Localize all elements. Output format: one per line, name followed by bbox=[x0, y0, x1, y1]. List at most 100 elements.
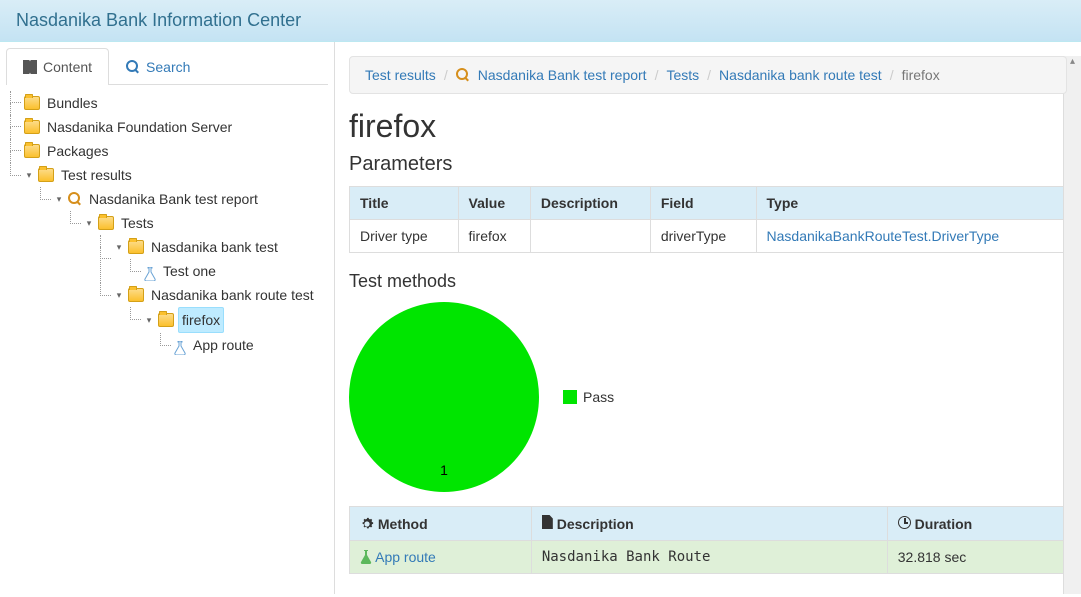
breadcrumb-sep: / bbox=[890, 67, 894, 83]
tree-node-test-results[interactable]: ▾ Test results bbox=[24, 163, 328, 187]
document-icon bbox=[542, 515, 553, 529]
breadcrumb-sep: / bbox=[655, 67, 659, 83]
collapse-icon[interactable]: ▾ bbox=[114, 290, 124, 300]
pie-chart: 1 Pass bbox=[349, 302, 1067, 492]
folder-icon bbox=[24, 96, 40, 110]
tree-node-firefox[interactable]: ▾ firefox bbox=[144, 307, 328, 333]
breadcrumb-report[interactable]: Nasdanika Bank test report bbox=[478, 67, 647, 83]
breadcrumb-sep: / bbox=[444, 67, 448, 83]
tree-label: Test one bbox=[160, 259, 219, 283]
table-row: App route Nasdanika Bank Route 32.818 se… bbox=[350, 541, 1067, 574]
cell-method: App route bbox=[350, 541, 532, 574]
tree-label: Nasdanika Foundation Server bbox=[44, 115, 235, 139]
tree-node-test-one[interactable]: Test one bbox=[144, 259, 328, 283]
sidebar: Content Search Bundles Nasdanika Foundat… bbox=[0, 42, 335, 594]
folder-icon bbox=[158, 313, 174, 327]
test-methods-heading: Test methods bbox=[349, 271, 1067, 292]
tree-node-nbrt[interactable]: ▾ Nasdanika bank route test bbox=[114, 283, 328, 307]
col-description: Description bbox=[530, 187, 650, 220]
nav-tree: Bundles Nasdanika Foundation Server Pack… bbox=[6, 91, 328, 357]
cell-value: firefox bbox=[458, 220, 530, 253]
book-icon bbox=[23, 60, 37, 74]
type-link[interactable]: NasdanikaBankRouteTest.DriverType bbox=[767, 228, 1000, 244]
folder-icon bbox=[128, 288, 144, 302]
tree-node-packages[interactable]: Packages bbox=[24, 139, 328, 163]
sidebar-tabs: Content Search bbox=[6, 48, 328, 85]
col-field: Field bbox=[650, 187, 756, 220]
tab-content[interactable]: Content bbox=[6, 48, 109, 85]
tree-node-app-route[interactable]: App route bbox=[174, 333, 328, 357]
tab-content-label: Content bbox=[43, 59, 92, 75]
tree-label-selected: firefox bbox=[178, 307, 224, 333]
flask-icon bbox=[174, 338, 186, 352]
parameters-heading: Parameters bbox=[349, 153, 1067, 176]
folder-icon bbox=[24, 120, 40, 134]
tab-search-label: Search bbox=[146, 59, 190, 75]
tree-label: Packages bbox=[44, 139, 111, 163]
app-title: Nasdanika Bank Information Center bbox=[16, 10, 301, 30]
method-link[interactable]: App route bbox=[375, 549, 436, 565]
chart-legend: Pass bbox=[563, 389, 614, 405]
col-type: Type bbox=[756, 187, 1066, 220]
legend-swatch-pass bbox=[563, 390, 577, 404]
cell-description: Nasdanika Bank Route bbox=[531, 541, 887, 574]
magnifier-icon bbox=[68, 192, 82, 206]
collapse-icon[interactable]: ▾ bbox=[84, 218, 94, 228]
clock-icon bbox=[898, 516, 911, 529]
breadcrumb-nbrt[interactable]: Nasdanika bank route test bbox=[719, 67, 882, 83]
tree-node-nfs[interactable]: Nasdanika Foundation Server bbox=[24, 115, 328, 139]
folder-icon bbox=[128, 240, 144, 254]
col-value: Value bbox=[458, 187, 530, 220]
cell-field: driverType bbox=[650, 220, 756, 253]
cell-type: NasdanikaBankRouteTest.DriverType bbox=[756, 220, 1066, 253]
tree-node-report[interactable]: ▾ Nasdanika Bank test report bbox=[54, 187, 328, 211]
tree-label: Bundles bbox=[44, 91, 101, 115]
tree-node-tests[interactable]: ▾ Tests bbox=[84, 211, 328, 235]
folder-icon bbox=[24, 144, 40, 158]
flask-icon bbox=[144, 264, 156, 278]
legend-label-pass: Pass bbox=[583, 389, 614, 405]
tree-label: Test results bbox=[58, 163, 135, 187]
table-row: Driver type firefox driverType Nasdanika… bbox=[350, 220, 1067, 253]
cell-duration: 32.818 sec bbox=[887, 541, 1066, 574]
breadcrumb-current: firefox bbox=[902, 67, 940, 83]
folder-icon bbox=[38, 168, 54, 182]
parameters-table: Title Value Description Field Type Drive… bbox=[349, 186, 1067, 253]
breadcrumb: Test results / Nasdanika Bank test repor… bbox=[349, 56, 1067, 94]
col-description-label: Description bbox=[557, 516, 634, 532]
breadcrumb-test-results[interactable]: Test results bbox=[365, 67, 436, 83]
collapse-icon[interactable]: ▾ bbox=[144, 315, 154, 325]
cell-title: Driver type bbox=[350, 220, 459, 253]
cell-description bbox=[530, 220, 650, 253]
col-duration: Duration bbox=[887, 507, 1066, 541]
pie-value: 1 bbox=[440, 462, 448, 478]
tree-node-bundles[interactable]: Bundles bbox=[24, 91, 328, 115]
col-method: Method bbox=[350, 507, 532, 541]
tree-label: Nasdanika bank test bbox=[148, 235, 281, 259]
collapse-icon[interactable]: ▾ bbox=[114, 242, 124, 252]
tab-search[interactable]: Search bbox=[109, 48, 207, 85]
col-description: Description bbox=[531, 507, 887, 541]
breadcrumb-tests[interactable]: Tests bbox=[666, 67, 699, 83]
col-duration-label: Duration bbox=[915, 516, 973, 532]
folder-icon bbox=[98, 216, 114, 230]
collapse-icon[interactable]: ▾ bbox=[54, 194, 64, 204]
page-title: firefox bbox=[349, 108, 1067, 145]
tree-label: App route bbox=[190, 333, 257, 357]
tree-label: Tests bbox=[118, 211, 157, 235]
tree-node-nbt[interactable]: ▾ Nasdanika bank test bbox=[114, 235, 328, 259]
app-header: Nasdanika Bank Information Center bbox=[0, 0, 1081, 42]
flask-icon bbox=[360, 550, 372, 564]
pie-slice-pass: 1 bbox=[349, 302, 539, 492]
tree-label: Nasdanika Bank test report bbox=[86, 187, 261, 211]
tree-label: Nasdanika bank route test bbox=[148, 283, 317, 307]
main-content: ▴ Test results / Nasdanika Bank test rep… bbox=[335, 42, 1081, 594]
search-icon bbox=[126, 60, 140, 74]
collapse-icon[interactable]: ▾ bbox=[24, 170, 34, 180]
magnifier-icon bbox=[456, 68, 470, 82]
methods-table: Method Description Duration App route Na… bbox=[349, 506, 1067, 574]
col-method-label: Method bbox=[378, 516, 428, 532]
scrollbar[interactable]: ▴ bbox=[1063, 56, 1081, 594]
gear-icon bbox=[360, 517, 374, 531]
breadcrumb-sep: / bbox=[707, 67, 711, 83]
